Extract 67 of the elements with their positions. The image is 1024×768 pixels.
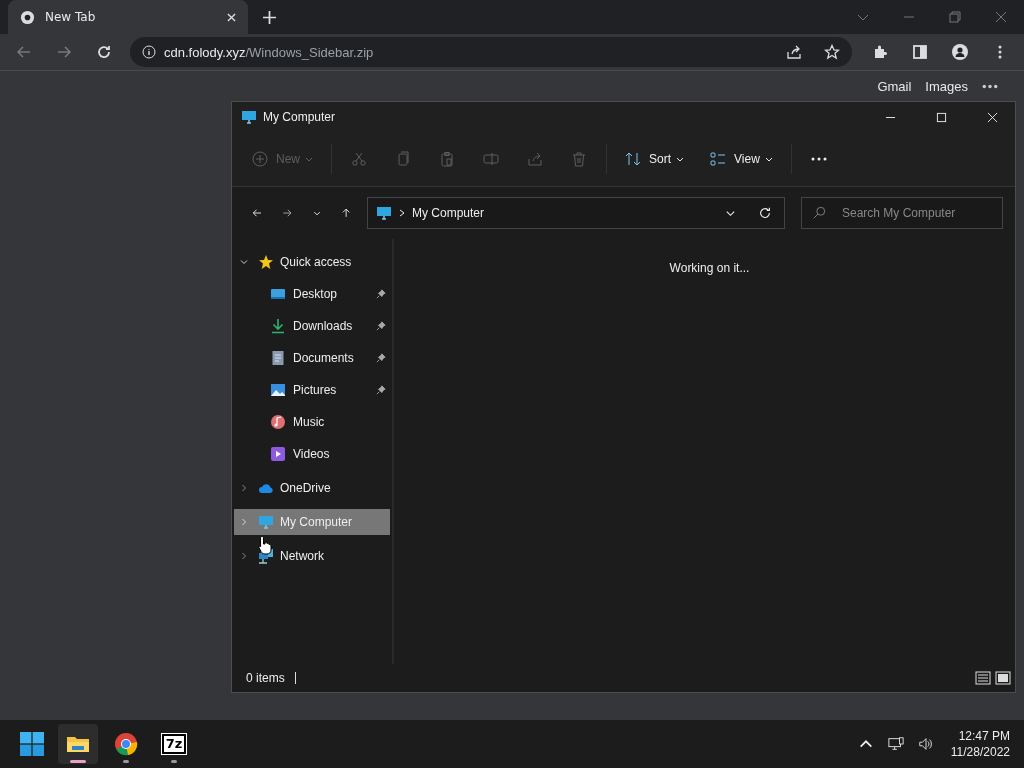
monitor-icon — [241, 109, 257, 125]
search-icon — [812, 206, 826, 220]
browser-tab[interactable]: New Tab — [8, 0, 248, 34]
list-view-icon — [710, 151, 727, 167]
desktop-icon — [270, 286, 286, 302]
taskbar-app[interactable]: 7z — [154, 724, 194, 764]
plus-circle-icon — [252, 151, 268, 167]
top-link[interactable]: Gmail — [877, 79, 912, 94]
pin-icon[interactable] — [376, 385, 386, 395]
caret-icon — [676, 155, 685, 163]
download-icon — [270, 318, 286, 334]
search-field[interactable]: Search My Computer — [801, 197, 1003, 229]
window-title: My Computer — [263, 110, 336, 124]
browser-logo-icon — [20, 9, 35, 25]
tiles-view-icon[interactable] — [995, 670, 1011, 686]
details-view-icon[interactable] — [975, 670, 991, 686]
new-tab-icon[interactable] — [263, 10, 276, 24]
address-field[interactable]: My Computer — [367, 197, 785, 229]
sidebar-item[interactable]: Quick access — [234, 249, 390, 275]
start-icon[interactable] — [20, 732, 44, 756]
info-icon — [142, 45, 156, 59]
rename-icon — [483, 151, 499, 167]
taskbar-app[interactable] — [58, 724, 98, 764]
sidebar-item[interactable]: Pictures — [234, 377, 390, 403]
trash-icon — [571, 151, 587, 167]
browser-icon — [114, 732, 138, 756]
tab-title: New Tab — [45, 10, 97, 24]
item-count: 0 items — [246, 671, 285, 685]
document-icon — [270, 350, 286, 366]
share-icon — [527, 151, 543, 167]
apps-grid-icon[interactable] — [982, 83, 998, 90]
chevron-right-icon — [398, 209, 406, 217]
breadcrumb-item[interactable]: My Computer — [412, 206, 484, 220]
sidebar-item[interactable]: Documents — [234, 345, 390, 371]
sidebar-item[interactable]: Videos — [234, 441, 390, 467]
monitor-icon — [258, 514, 274, 530]
address-bar[interactable]: cdn.folody.xyz/Windows_Sidebar.zip — [130, 37, 852, 67]
restore-icon[interactable] — [949, 11, 961, 23]
star-icon — [258, 254, 274, 270]
picture-icon — [270, 382, 286, 398]
paste-icon — [439, 151, 455, 167]
caret-icon — [764, 155, 773, 163]
video-icon — [270, 446, 286, 462]
sidebar-item[interactable]: OneDrive — [234, 475, 390, 501]
pin-icon[interactable] — [376, 321, 386, 331]
sidebar-item[interactable]: Music — [234, 409, 390, 435]
share-icon[interactable] — [786, 44, 802, 60]
caret-icon — [305, 155, 313, 163]
chevron-down-icon[interactable] — [240, 258, 248, 266]
music-icon — [270, 414, 286, 430]
top-link[interactable]: Images — [925, 79, 968, 94]
loading-message: Working on it... — [668, 261, 750, 275]
pin-icon[interactable] — [376, 289, 386, 299]
scissors-icon — [351, 151, 367, 167]
view-button[interactable]: View — [698, 142, 785, 176]
sidebar-item[interactable]: Desktop — [234, 281, 390, 307]
monitor-icon — [376, 205, 392, 221]
sidebar-item[interactable]: My Computer — [234, 509, 390, 535]
url-text: cdn.folody.xyz/Windows_Sidebar.zip — [164, 44, 374, 60]
star-icon[interactable] — [824, 44, 840, 60]
clock[interactable]: 12:47 PM 11/28/2022 — [944, 728, 1014, 760]
sort-arrows-icon — [625, 151, 641, 167]
sort-button[interactable]: Sort — [613, 142, 697, 176]
copy-icon — [395, 151, 411, 167]
hand-cursor-icon — [258, 535, 272, 555]
sidebar-item[interactable]: Downloads — [234, 313, 390, 339]
pin-icon[interactable] — [376, 353, 386, 363]
